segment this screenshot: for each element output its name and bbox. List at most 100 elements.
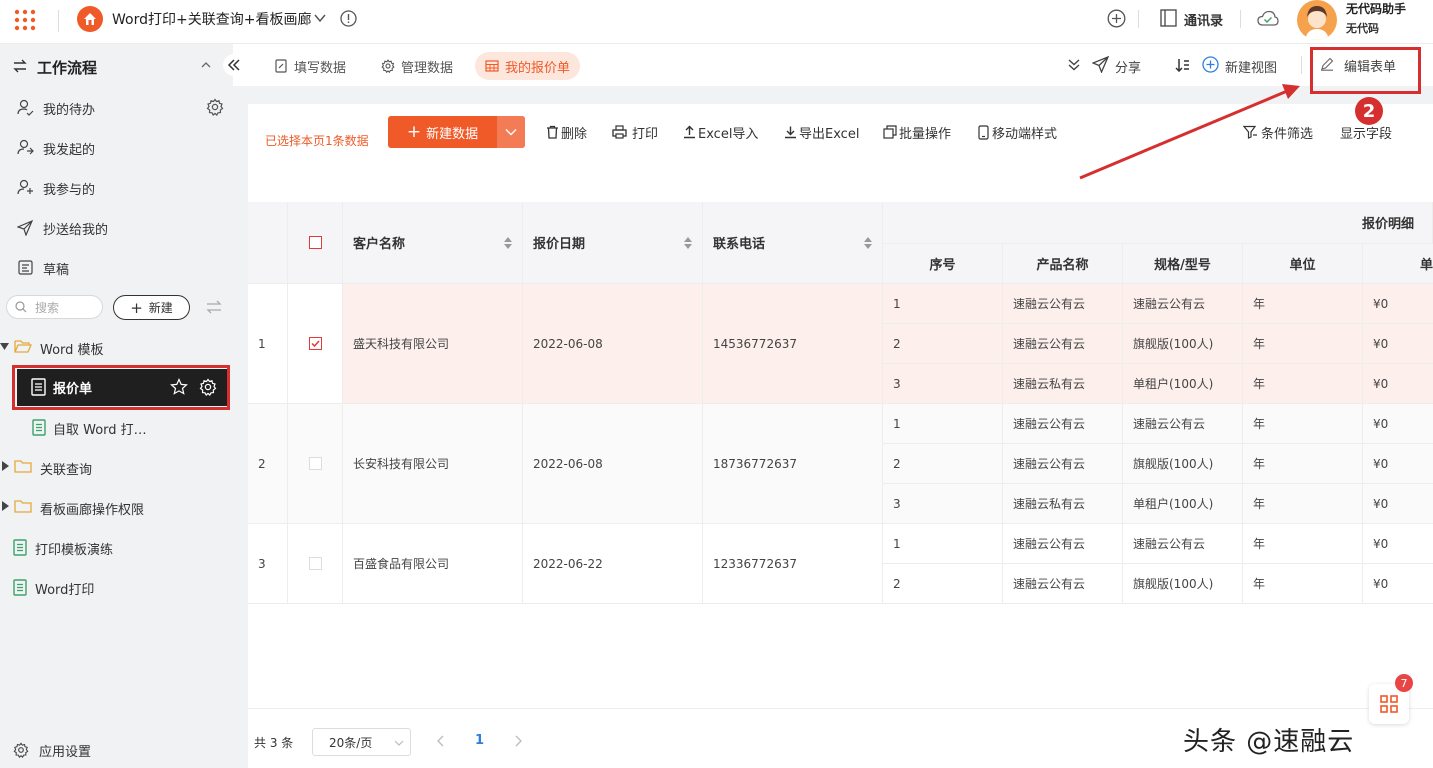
cell-phone[interactable]: 18736772637: [703, 404, 883, 524]
detail-spec[interactable]: 单租户(100人): [1123, 364, 1243, 404]
sidebar-item-drafts[interactable]: 草稿: [0, 247, 233, 287]
info-icon[interactable]: [340, 10, 357, 27]
row-checkbox[interactable]: [308, 337, 322, 350]
detail-price[interactable]: ¥0: [1363, 484, 1433, 524]
contacts-book-icon[interactable]: [1160, 9, 1177, 27]
detail-unit[interactable]: 年: [1243, 284, 1363, 324]
detail-seq[interactable]: 2: [883, 564, 1003, 604]
tree-folder-word-template[interactable]: Word 模板: [0, 327, 233, 367]
tab-my-quotes-active[interactable]: 我的报价单: [475, 52, 581, 80]
cloud-check-icon[interactable]: [1257, 10, 1279, 27]
next-page-icon[interactable]: [514, 735, 522, 747]
detail-price[interactable]: ¥0: [1363, 444, 1433, 484]
detail-spec[interactable]: 速融云公有云: [1123, 404, 1243, 444]
detail-unit[interactable]: 年: [1243, 484, 1363, 524]
transfer-icon[interactable]: [206, 300, 222, 314]
detail-product[interactable]: 速融云公有云: [1003, 564, 1123, 604]
tree-item-selfpick-word[interactable]: 自取 Word 打…: [0, 407, 233, 447]
excel-import-button[interactable]: Excel导入: [683, 116, 758, 148]
new-data-dropdown[interactable]: [497, 116, 525, 148]
header-unit[interactable]: 单位: [1243, 244, 1363, 284]
prev-page-icon[interactable]: [437, 735, 445, 747]
detail-price[interactable]: ¥0: [1363, 564, 1433, 604]
detail-price[interactable]: ¥0: [1363, 324, 1433, 364]
tab-manage-data[interactable]: 管理数据: [371, 52, 463, 80]
detail-seq[interactable]: 2: [883, 444, 1003, 484]
contacts-link[interactable]: 通讯录: [1184, 10, 1223, 29]
new-view-button[interactable]: 新建视图: [1225, 57, 1277, 76]
share-icon[interactable]: [1092, 56, 1109, 73]
detail-unit[interactable]: 年: [1243, 404, 1363, 444]
detail-product[interactable]: 速融云公有云: [1003, 524, 1123, 564]
detail-product[interactable]: 速融云私有云: [1003, 484, 1123, 524]
detail-unit[interactable]: 年: [1243, 444, 1363, 484]
detail-spec[interactable]: 旗舰版(100人): [1123, 564, 1243, 604]
print-button[interactable]: 打印: [612, 116, 658, 148]
section-header[interactable]: 工作流程: [0, 46, 233, 86]
detail-spec[interactable]: 速融云公有云: [1123, 524, 1243, 564]
tab-fill-data[interactable]: 填写数据: [265, 52, 356, 80]
mobile-style-button[interactable]: 移动端样式: [978, 116, 1057, 148]
detail-seq[interactable]: 1: [883, 404, 1003, 444]
search-input[interactable]: 搜索: [35, 299, 59, 316]
cell-date[interactable]: 2022-06-08: [523, 284, 703, 404]
double-chevron-down-icon[interactable]: [1067, 59, 1081, 71]
detail-spec[interactable]: 旗舰版(100人): [1123, 444, 1243, 484]
gear-icon[interactable]: [206, 98, 224, 116]
app-grid-icon[interactable]: [14, 9, 36, 31]
detail-seq[interactable]: 1: [883, 284, 1003, 324]
export-excel-button[interactable]: 导出Excel: [784, 116, 859, 148]
sidebar-item-initiated[interactable]: 我发起的: [0, 127, 233, 167]
cell-customer[interactable]: 盛天科技有限公司: [343, 284, 523, 404]
detail-product[interactable]: 速融云公有云: [1003, 284, 1123, 324]
detail-product[interactable]: 速融云私有云: [1003, 364, 1123, 404]
detail-product[interactable]: 速融云公有云: [1003, 404, 1123, 444]
header-customer[interactable]: 客户名称: [343, 202, 523, 284]
current-page[interactable]: 1: [475, 733, 484, 748]
home-icon[interactable]: [77, 6, 103, 32]
detail-price[interactable]: ¥0: [1363, 524, 1433, 564]
page-size-select[interactable]: 20条/页: [312, 728, 411, 756]
batch-operation-button[interactable]: 批量操作: [883, 116, 951, 148]
header-spec[interactable]: 规格/型号: [1123, 244, 1243, 284]
sort-icon[interactable]: [684, 237, 692, 249]
detail-spec[interactable]: 单租户(100人): [1123, 484, 1243, 524]
header-date[interactable]: 报价日期: [523, 202, 703, 284]
cell-date[interactable]: 2022-06-22: [523, 524, 703, 604]
add-circle-icon[interactable]: [1107, 9, 1126, 28]
header-product[interactable]: 产品名称: [1003, 244, 1123, 284]
sidebar-item-todo[interactable]: 我的待办: [0, 87, 233, 127]
chevron-down-icon[interactable]: [313, 11, 327, 25]
cell-customer[interactable]: 长安科技有限公司: [343, 404, 523, 524]
tree-item-print-template[interactable]: 打印模板演练: [0, 527, 233, 567]
detail-unit[interactable]: 年: [1243, 324, 1363, 364]
cell-date[interactable]: 2022-06-08: [523, 404, 703, 524]
detail-unit[interactable]: 年: [1243, 364, 1363, 404]
sort-list-icon[interactable]: [1175, 58, 1190, 72]
sidebar-item-participated[interactable]: 我参与的: [0, 167, 233, 207]
share-button[interactable]: 分享: [1115, 57, 1141, 76]
delete-button[interactable]: 删除: [546, 116, 587, 148]
detail-seq[interactable]: 1: [883, 524, 1003, 564]
apps-float-button[interactable]: 7: [1369, 674, 1413, 724]
detail-product[interactable]: 速融云公有云: [1003, 444, 1123, 484]
select-all-checkbox[interactable]: [308, 236, 322, 249]
header-seq[interactable]: 序号: [883, 244, 1003, 284]
cell-phone[interactable]: 12336772637: [703, 524, 883, 604]
sort-icon[interactable]: [504, 237, 512, 249]
chevron-up-icon[interactable]: [200, 60, 212, 70]
cell-phone[interactable]: 14536772637: [703, 284, 883, 404]
new-data-button[interactable]: + 新建数据: [388, 116, 497, 148]
collapse-sidebar-icon[interactable]: [223, 54, 245, 76]
detail-spec[interactable]: 速融云公有云: [1123, 284, 1243, 324]
new-app-button[interactable]: + 新建: [113, 295, 190, 320]
header-price[interactable]: 单: [1363, 244, 1433, 284]
app-settings[interactable]: 应用设置: [0, 734, 233, 768]
row-checkbox[interactable]: [308, 557, 322, 570]
tree-folder-related-query[interactable]: 关联查询: [0, 447, 233, 487]
detail-unit[interactable]: 年: [1243, 564, 1363, 604]
sort-icon[interactable]: [864, 237, 872, 249]
detail-product[interactable]: 速融云公有云: [1003, 324, 1123, 364]
detail-price[interactable]: ¥0: [1363, 404, 1433, 444]
tree-folder-kanban[interactable]: 看板画廊操作权限: [0, 487, 233, 527]
